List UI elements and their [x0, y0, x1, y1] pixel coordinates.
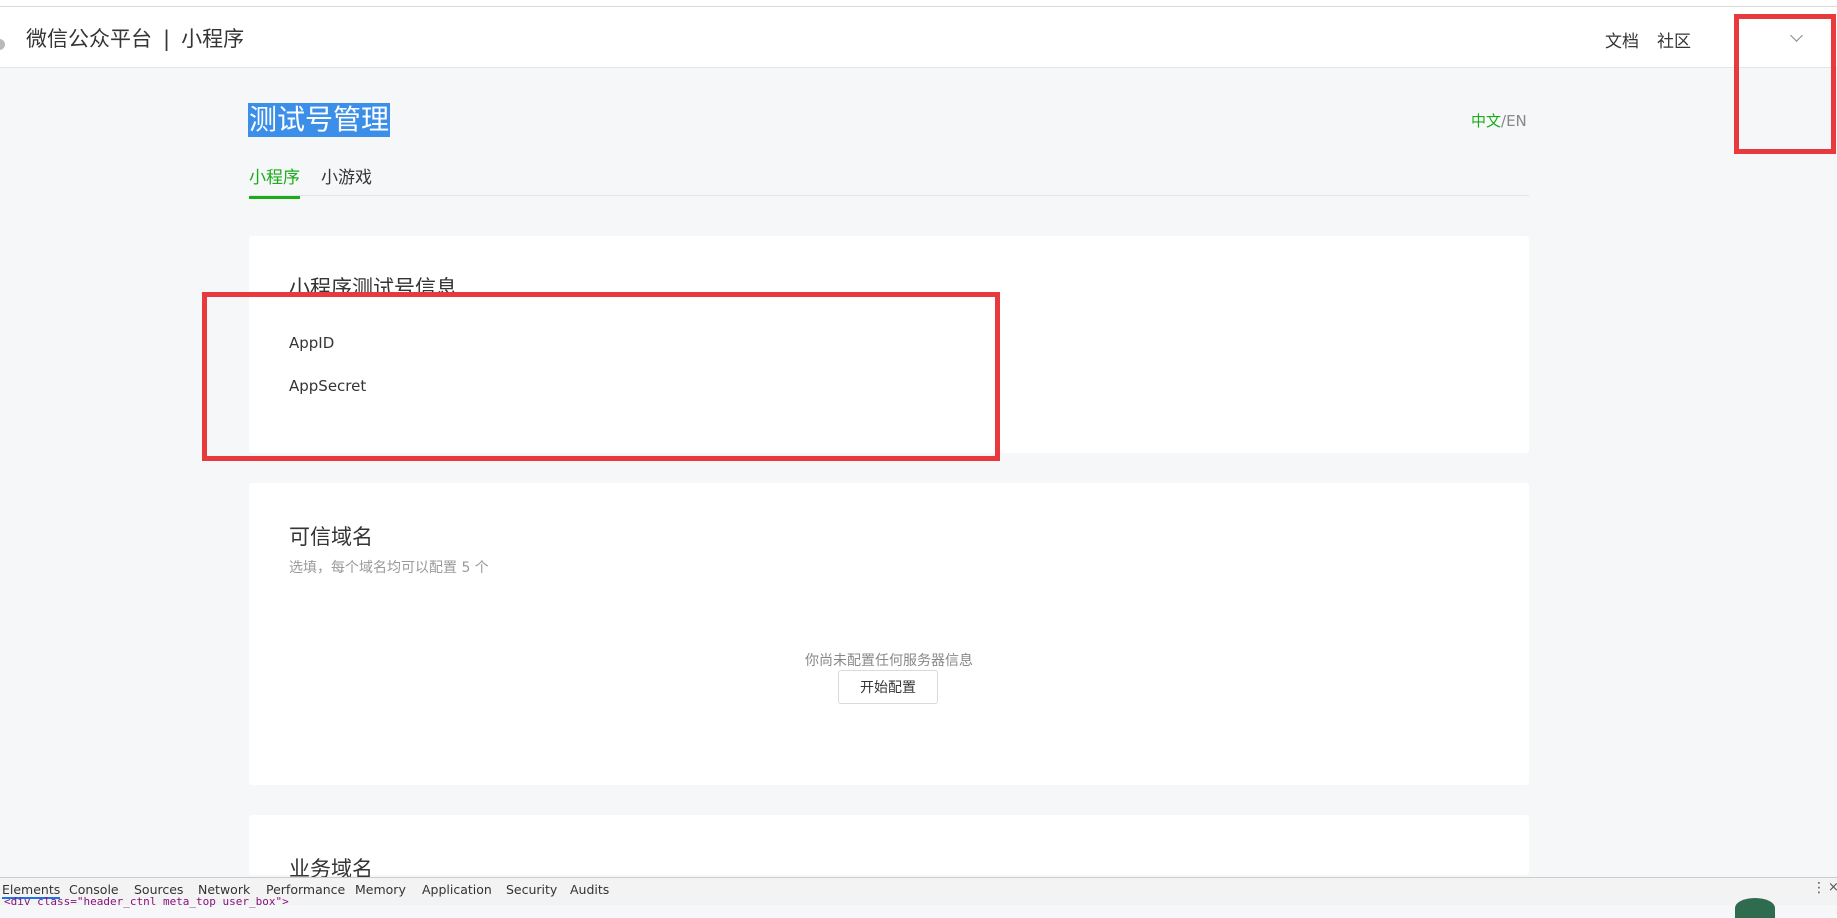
start-config-button[interactable]: 开始配置 — [838, 670, 938, 704]
devtools-menu-icon[interactable]: ⋮ — [1812, 880, 1826, 896]
lang-zh-link[interactable]: 中文 — [1471, 112, 1501, 130]
trusted-domains-card: 可信域名 选填，每个域名均可以配置 5 个 你尚未配置任何服务器信息 开始配置 — [249, 483, 1529, 785]
wechat-logo-icon — [0, 39, 5, 50]
empty-state-text: 你尚未配置任何服务器信息 — [805, 653, 973, 669]
devtools-close-icon[interactable]: × — [1828, 880, 1837, 895]
trusted-domains-hint: 选填，每个域名均可以配置 5 个 — [289, 560, 489, 576]
devtools-tab-application[interactable]: Application — [422, 882, 492, 897]
appsecret-label: AppSecret — [289, 377, 367, 395]
browser-top-edge — [0, 0, 1837, 7]
devtools-tab-security[interactable]: Security — [506, 882, 557, 897]
brand-name: 微信公众平台 — [26, 27, 152, 51]
language-switch: 中文/EN — [1471, 110, 1527, 131]
brand-separator: | — [163, 27, 171, 51]
top-header: 微信公众平台 | 小程序 文档 社区 — [0, 7, 1837, 68]
devtools-tab-memory[interactable]: Memory — [355, 882, 406, 897]
tab-minigame[interactable]: 小游戏 — [321, 163, 372, 196]
chevron-down-icon[interactable] — [1790, 29, 1803, 42]
tab-bar: 小程序 小游戏 — [249, 163, 1529, 199]
tab-miniprogram[interactable]: 小程序 — [249, 163, 300, 199]
brand[interactable]: 微信公众平台 | 小程序 — [26, 23, 244, 53]
appid-label: AppID — [289, 334, 335, 352]
nav-community-link[interactable]: 社区 — [1657, 27, 1691, 52]
devtools-tab-audits[interactable]: Audits — [570, 882, 609, 897]
avatar — [1735, 898, 1775, 918]
lang-en-link[interactable]: EN — [1506, 112, 1527, 130]
trusted-domains-title: 可信域名 — [289, 525, 373, 549]
testaccount-info-title: 小程序测试号信息 — [289, 276, 457, 300]
devtools-dom-line[interactable]: <div class="header_ctnl meta_top user_bo… — [4, 895, 289, 908]
page-title: 测试号管理 — [248, 103, 391, 137]
business-domains-card: 业务域名 — [249, 815, 1529, 881]
brand-sub: 小程序 — [181, 27, 245, 51]
testaccount-info-card: 小程序测试号信息 AppID AppSecret — [249, 236, 1529, 453]
nav-docs-link[interactable]: 文档 — [1605, 27, 1639, 52]
